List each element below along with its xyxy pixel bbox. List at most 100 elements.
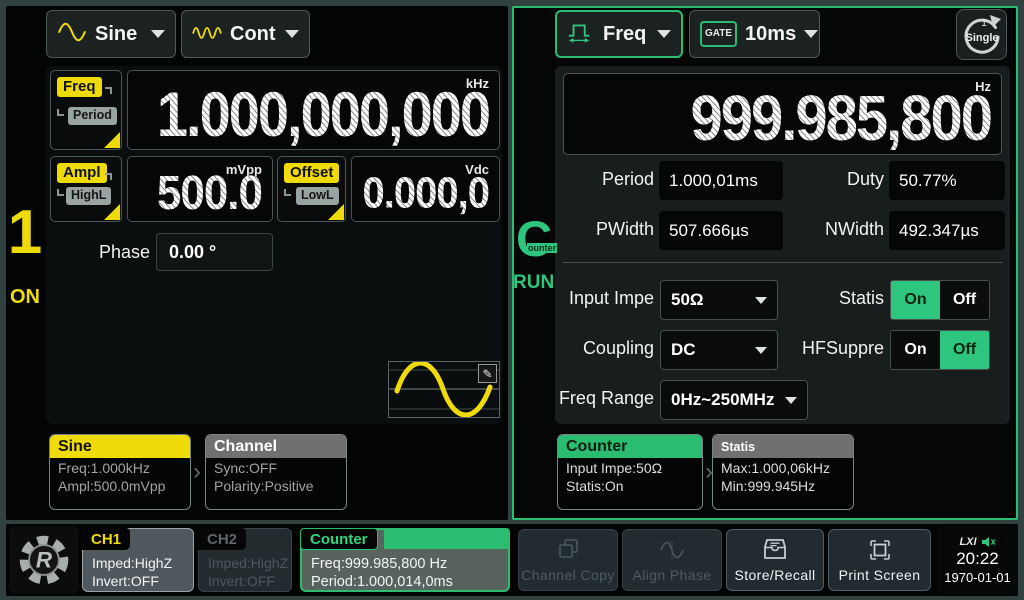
offset-label: Offset: [284, 163, 339, 183]
store-recall-button[interactable]: Store/Recall: [726, 529, 824, 591]
ampl-value-display[interactable]: mVpp 500.0: [127, 156, 273, 222]
counter-main-display: Hz 999.985,800: [563, 73, 1002, 155]
clock-time: 20:22: [956, 549, 999, 569]
pwidth-reading-value: 507.666µs: [659, 211, 783, 250]
statistics-off-button[interactable]: Off: [940, 281, 989, 319]
knob-adjust-icon: [104, 132, 120, 148]
channel-copy-button[interactable]: Channel Copy: [518, 529, 618, 591]
freq-range-label: Freq Range: [540, 388, 654, 409]
freq-range-dropdown[interactable]: 0Hz~250MHz: [660, 380, 808, 420]
statistics-toggle: On Off: [890, 280, 990, 320]
nwidth-reading-value: 492.347µs: [889, 211, 1005, 250]
chevron-down-icon: [285, 30, 299, 38]
focus-corner-icon: [57, 189, 64, 196]
mode-select-dropdown[interactable]: Cont: [181, 10, 310, 58]
freq-label: Freq: [57, 77, 102, 97]
ampl-param-button[interactable]: Ampl HighL: [50, 156, 122, 222]
pwidth-reading-label: PWidth: [560, 219, 654, 240]
input-impedance-dropdown[interactable]: 50Ω: [660, 280, 778, 320]
phase-input[interactable]: 0.00 °: [156, 233, 273, 271]
screenshot-frame-icon: [868, 538, 892, 562]
instrument-screen: Sine Cont Freq Period kHz 1.000,000,000 …: [0, 0, 1024, 600]
storage-archive-icon: [763, 538, 787, 561]
tab-counter-line2: Statis:On: [558, 476, 702, 494]
system-status-box: LXI 20:22 1970-01-01: [937, 527, 1018, 593]
chevron-down-icon: [657, 30, 671, 38]
ch1-status-card[interactable]: CH1 Imped:HighZ Invert:OFF: [82, 528, 194, 592]
lowl-alt-label: LowL: [296, 187, 339, 205]
store-recall-label: Store/Recall: [734, 567, 815, 583]
ch1-invert: Invert:OFF: [92, 572, 172, 590]
edit-waveform-icon[interactable]: ✎: [478, 364, 497, 383]
tab-channel-line1: Sync:OFF: [206, 458, 346, 476]
counter-status-header-strip: [384, 528, 510, 549]
coupling-dropdown[interactable]: DC: [660, 330, 778, 370]
tab-channel[interactable]: Channel Sync:OFF Polarity:Positive: [205, 434, 347, 510]
chevron-down-icon: [755, 297, 767, 304]
coupling-label: Coupling: [540, 338, 654, 359]
offset-value-display[interactable]: Vdc 0.000,0: [351, 156, 500, 222]
freq-value: 1.000,000,000: [157, 83, 489, 146]
single-label: Single: [965, 32, 998, 44]
tab-sine-title: Sine: [50, 435, 190, 458]
print-screen-button[interactable]: Print Screen: [828, 529, 931, 591]
input-impedance-value: 50Ω: [671, 290, 704, 310]
pulse-width-icon: [567, 19, 595, 50]
offset-value: 0.000,0: [363, 171, 489, 215]
freq-value-display[interactable]: kHz 1.000,000,000: [127, 70, 500, 150]
tab-counter[interactable]: Counter Input Impe:50Ω Statis:On: [557, 434, 703, 510]
highl-alt-label: HighL: [66, 187, 111, 205]
chevron-down-icon: [785, 397, 797, 404]
gate-time-value: 10ms: [745, 23, 796, 46]
period-reading-value: 1.000,01ms: [659, 161, 783, 200]
phase-label: Phase: [58, 242, 150, 263]
hf-suppress-on-button[interactable]: On: [891, 331, 940, 369]
gate-time-dropdown[interactable]: GATE 10ms: [689, 10, 820, 58]
waveform-select-dropdown[interactable]: Sine: [46, 10, 176, 58]
hf-suppress-off-button[interactable]: Off: [940, 331, 989, 369]
lxi-badge: LXI: [959, 536, 976, 548]
ch1-impedance: Imped:HighZ: [92, 554, 172, 572]
channel1-state-badge: ON: [6, 286, 44, 309]
tab-chevron-icon: ›: [193, 458, 201, 486]
counter-status-period: Period:1.000,014,0ms: [311, 573, 453, 591]
chevron-down-icon: [804, 30, 818, 38]
tab-statis-line2: Min:999.945Hz: [713, 476, 853, 494]
counter-status-freq: Freq:999.985,800 Hz: [311, 555, 453, 573]
tab-sine[interactable]: Sine Freq:1.000kHz Ampl:500.0mVpp: [49, 434, 191, 510]
tab-statis-title: Statis: [713, 435, 853, 458]
counter-frequency-value: 999.985,800: [690, 87, 991, 151]
duty-reading-label: Duty: [790, 169, 884, 190]
ch2-impedance: Imped:HighZ: [208, 554, 288, 572]
focus-corner-icon: [57, 109, 64, 116]
phase-wave-icon: [657, 538, 687, 562]
gear-logo-icon: R: [16, 532, 72, 588]
tab-counter-line1: Input Impe:50Ω: [558, 458, 702, 476]
input-impedance-label: Input Impe: [540, 288, 654, 309]
statistics-on-button[interactable]: On: [891, 281, 940, 319]
counter-status-card[interactable]: Counter Freq:999.985,800 Hz Period:1.000…: [300, 528, 510, 592]
tab-statis[interactable]: Statis Max:1.000,06kHz Min:999.945Hz: [712, 434, 854, 510]
knob-adjust-icon: [328, 204, 344, 220]
knob-adjust-icon: [104, 204, 120, 220]
brand-logo: R: [9, 527, 79, 593]
nwidth-reading-label: NWidth: [790, 219, 884, 240]
counter-function-dropdown[interactable]: Freq: [555, 10, 683, 58]
period-reading-label: Period: [560, 169, 654, 190]
freq-range-value: 0Hz~250MHz: [671, 390, 774, 410]
ch2-status-card[interactable]: CH2 Imped:HighZ Invert:OFF: [198, 528, 292, 592]
hf-suppress-toggle: On Off: [890, 330, 990, 370]
align-phase-button[interactable]: Align Phase: [622, 529, 722, 591]
align-phase-label: Align Phase: [632, 567, 711, 583]
channel1-number[interactable]: 1: [6, 202, 44, 264]
ch2-invert: Invert:OFF: [208, 572, 288, 590]
single-trigger-button[interactable]: 1 Single: [956, 9, 1007, 60]
copy-icon: [555, 538, 581, 562]
freq-param-button[interactable]: Freq Period: [50, 70, 122, 150]
print-screen-label: Print Screen: [839, 567, 921, 583]
offset-param-button[interactable]: Offset LowL: [277, 156, 346, 222]
settings-divider: [563, 262, 1003, 263]
tab-counter-title: Counter: [558, 435, 702, 458]
focus-corner-icon: [105, 87, 112, 94]
counter-indicator-letter: C: [516, 214, 552, 264]
